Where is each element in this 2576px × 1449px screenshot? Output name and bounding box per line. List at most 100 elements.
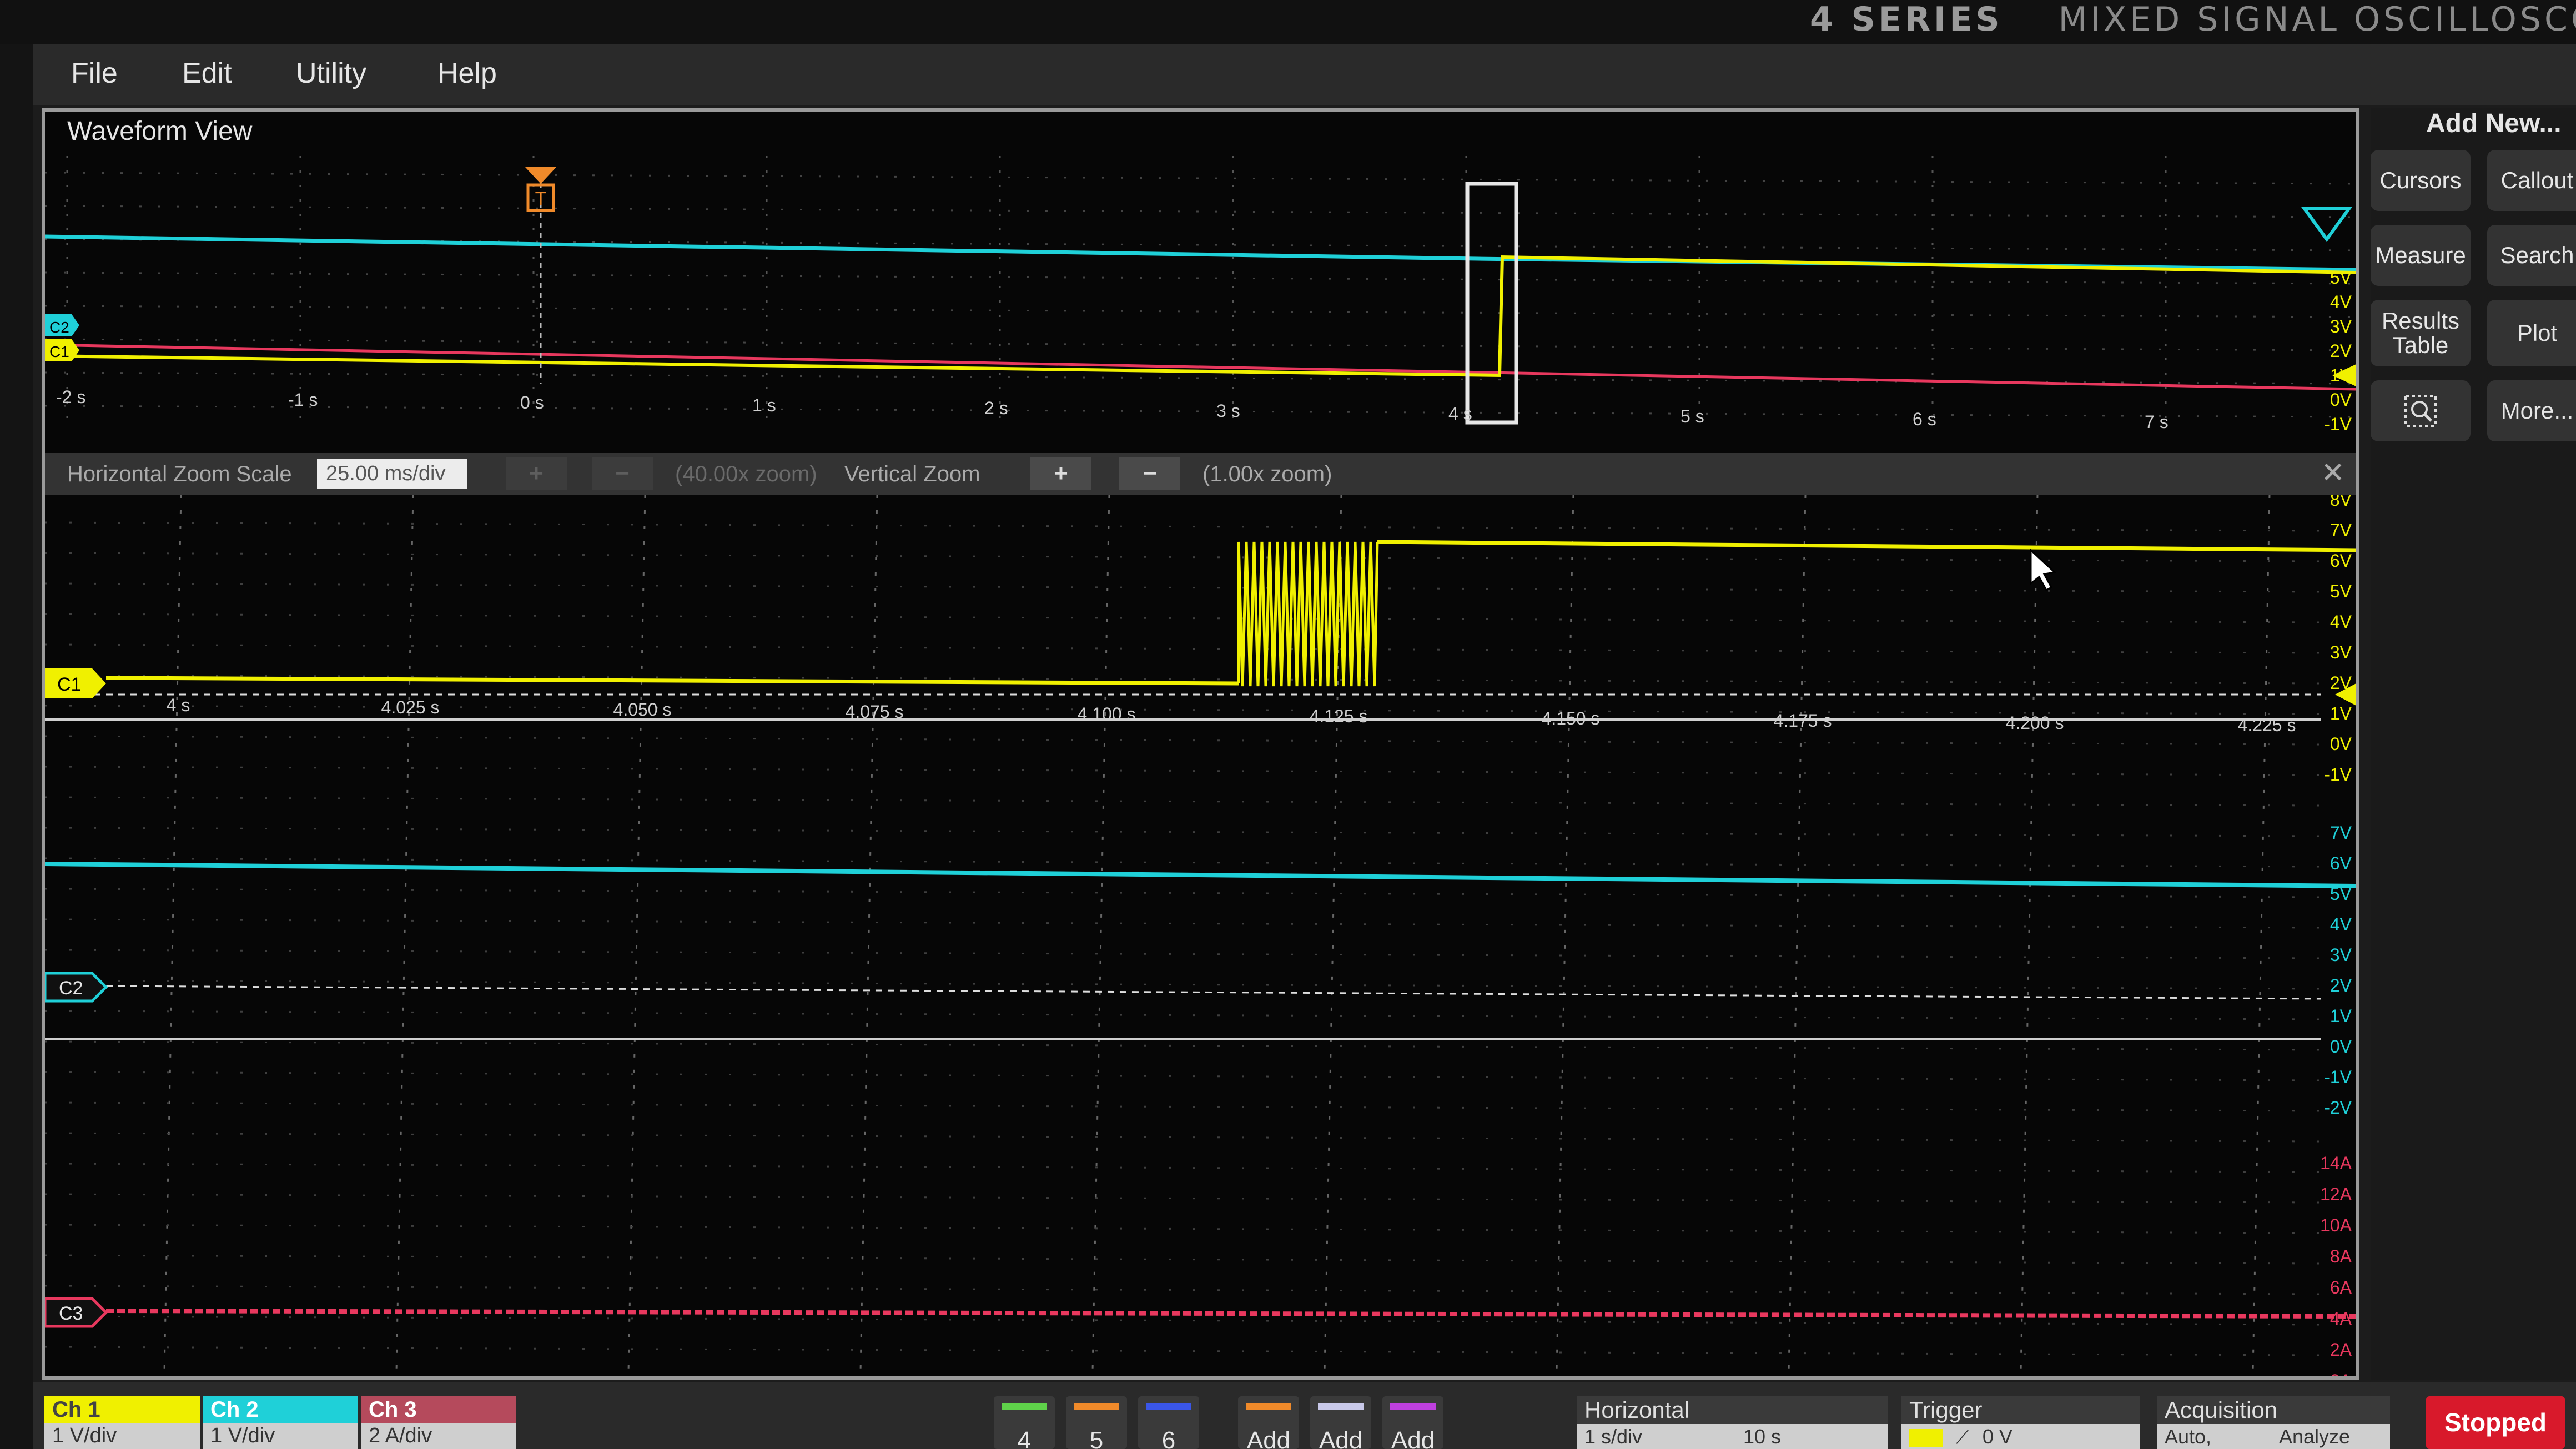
zoom-gridline (45, 1071, 2322, 1081)
add-bus-button[interactable]: Add (1382, 1396, 1443, 1449)
menu-edit[interactable]: Edit (182, 57, 232, 90)
zoom-gridline (45, 827, 2322, 837)
overview-gridline (45, 271, 2356, 285)
results-table-button[interactable]: Results Table (2371, 300, 2471, 366)
acquisition-panel[interactable]: Acquisition Auto, Analyze (2157, 1396, 2390, 1449)
overview-gridline (45, 205, 2356, 218)
ch1-marker-label: C1 (57, 674, 81, 695)
zoom-gridline (395, 494, 414, 1372)
ch3-badge-name: Ch 3 (361, 1396, 516, 1423)
ch2-volt-label: 3V (2330, 945, 2352, 965)
menu-utility[interactable]: Utility (296, 57, 366, 90)
vertical-zoom-in-button[interactable]: + (1030, 457, 1091, 490)
callout-button[interactable]: Callout (2487, 150, 2576, 211)
zoom-time-label: 4.025 s (381, 697, 440, 717)
more-button[interactable]: More... (2487, 380, 2576, 441)
ch3-amp-label: 8A (2330, 1246, 2352, 1266)
ch3-amp-label: 2A (2330, 1340, 2352, 1360)
ch6-button-label: 6 (1161, 1427, 1176, 1449)
vertical-zoom-out-button[interactable]: − (1119, 457, 1180, 490)
overview-volt-label: 1V (2330, 365, 2352, 385)
add-math-button[interactable]: Add (1238, 1396, 1299, 1449)
close-zoom-icon[interactable]: ✕ (2321, 456, 2345, 490)
overview-volt-label: -1V (2324, 414, 2352, 434)
zoom-gridline (45, 979, 2322, 990)
run-stop-status[interactable]: Stopped (2426, 1396, 2565, 1449)
horizontal-zoom-field[interactable]: 25.00 ms/div (317, 459, 467, 489)
trigger-marker-label: T (535, 188, 547, 209)
ch3-amp-label: 14A (2320, 1153, 2352, 1173)
ch1-badge[interactable]: Ch 1 1 V/div (44, 1396, 200, 1449)
waveform-canvas[interactable]: T C2 C1 -2 s -1 s 0 s 1 s 2 s 3 s 4 s 5 s 6 s 7 s… (45, 112, 2356, 1376)
overview-gridline (45, 405, 2356, 418)
menu-bar: File Edit Utility Help (33, 44, 2576, 105)
ch4-button-label: 4 (1017, 1427, 1032, 1449)
overview-time-label: 3 s (1216, 401, 1240, 421)
ch2-volt-label: 2V (2330, 975, 2352, 995)
ch5-button[interactable]: 5 (1066, 1396, 1127, 1449)
zoom-gridline (45, 552, 2322, 562)
ch1-volt-label: -1V (2324, 764, 2352, 784)
measure-button[interactable]: Measure (2371, 225, 2471, 286)
plot-button[interactable]: Plot (2487, 300, 2576, 366)
zoom-gridline (45, 888, 2322, 898)
add-ref-button[interactable]: Add (1310, 1396, 1371, 1449)
ch4-color-bar (1002, 1403, 1047, 1410)
ch3-zoom-trace (105, 1309, 2356, 1319)
ch2-badge[interactable]: Ch 2 1 V/div (203, 1396, 358, 1449)
ch2-zero-line (105, 985, 2322, 1000)
zoom-window-box[interactable] (1465, 182, 1518, 425)
ch1-volt-label: 6V (2330, 551, 2352, 571)
zoom-gridline (627, 494, 646, 1372)
ch1-volt-label: 5V (2330, 581, 2352, 601)
zoom-gridline (45, 766, 2322, 776)
horizontal-zoom-in-button[interactable]: + (506, 457, 567, 490)
add-ref-color-bar (1318, 1403, 1364, 1410)
overview-gridline (45, 338, 2356, 351)
zoom-gridline (859, 494, 878, 1372)
zoom-gridline (45, 1285, 2322, 1295)
zoom-tool-button[interactable] (2371, 380, 2471, 441)
horizontal-record-length: 10 s (1743, 1425, 1782, 1448)
waveform-view[interactable]: Waveform View T C2 C1 -2 s -1 s0 s1 s2 s3… (42, 108, 2359, 1380)
zoom-gridline (45, 918, 2322, 929)
zoom-gridline (45, 1193, 2322, 1204)
add-math-button-label: Add (1246, 1427, 1291, 1449)
zoom-grid (45, 494, 2322, 1372)
trigger-source-icon (1909, 1429, 1943, 1447)
ch3-amp-label: 4A (2330, 1309, 2352, 1329)
ch3-badge[interactable]: Ch 3 2 A/div (361, 1396, 516, 1449)
horizontal-zoom-out-button[interactable]: − (592, 457, 653, 490)
ch2-volt-label: 0V (2330, 1037, 2352, 1056)
zoom-gridline (1091, 494, 1110, 1372)
zoom-gridline (2252, 494, 2271, 1372)
zoom-gridline (45, 643, 2322, 654)
menu-help[interactable]: Help (437, 57, 497, 90)
zoom-gridline (45, 1163, 2322, 1173)
overview-time-label: 5 s (1681, 406, 1704, 426)
zoom-time-label: 4.225 s (2238, 715, 2296, 735)
ch4-button[interactable]: 4 (994, 1396, 1055, 1449)
trigger-position-icon[interactable] (525, 167, 556, 184)
add-bus-button-label: Add (1391, 1427, 1435, 1449)
horizontal-panel[interactable]: Horizontal 1 s/div 10 s (1577, 1396, 1888, 1449)
menu-file[interactable]: File (71, 57, 118, 90)
overview-volt-label: 0V (2330, 390, 2352, 410)
zoom-gridline (45, 1224, 2322, 1234)
zoom-gridline (45, 1346, 2322, 1356)
ch6-button[interactable]: 6 (1138, 1396, 1199, 1449)
zoom-gridline (1556, 494, 1574, 1372)
vertical-zoom-label: Vertical Zoom (844, 462, 980, 486)
cursors-button[interactable]: Cursors (2371, 150, 2471, 211)
overview-ch3-trace (45, 343, 2356, 391)
zoom-gridline (2020, 494, 2039, 1372)
ch1-volt-label: 0V (2330, 734, 2352, 754)
ch1-zoom-trace (105, 540, 2356, 687)
search-button[interactable]: Search (2487, 225, 2576, 286)
trigger-panel[interactable]: Trigger ⟋ 0 V (1901, 1396, 2140, 1449)
add-ref-button-label: Add (1319, 1427, 1363, 1449)
ch2-zoom-trace (45, 862, 2356, 888)
scope-bezel: 4 SERIES MIXED SIGNAL OSCILLOSCOPE (0, 0, 2576, 44)
overview-volt-label: 5V (2330, 268, 2352, 288)
settings-bar: Ch 1 1 V/div Ch 2 1 V/div Ch 3 2 A/div 4… (33, 1382, 2576, 1449)
